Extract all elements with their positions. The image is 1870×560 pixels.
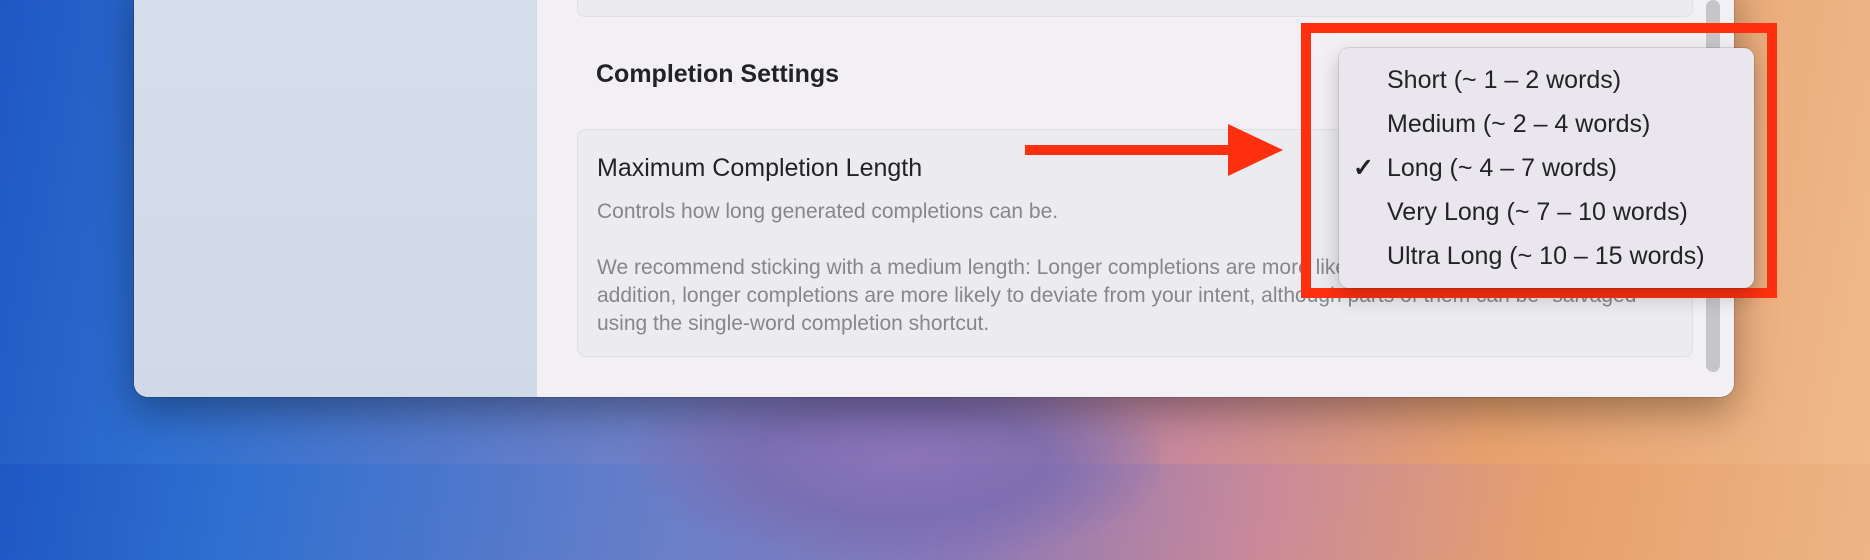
menu-item-long[interactable]: ✓ Long (~ 4 – 7 words) — [1339, 146, 1754, 190]
arrow-right-icon — [1025, 124, 1283, 176]
menu-item-label: Long (~ 4 – 7 words) — [1387, 154, 1617, 182]
menu-item-short[interactable]: Short (~ 1 – 2 words) — [1339, 58, 1754, 102]
menu-item-medium[interactable]: Medium (~ 2 – 4 words) — [1339, 102, 1754, 146]
previous-settings-card — [577, 0, 1693, 17]
sidebar — [134, 0, 537, 397]
menu-item-label: Ultra Long (~ 10 – 15 words) — [1387, 242, 1705, 270]
menu-item-label: Short (~ 1 – 2 words) — [1387, 66, 1622, 94]
checkmark-icon: ✓ — [1353, 154, 1374, 182]
completion-length-dropdown-menu: Short (~ 1 – 2 words) Medium (~ 2 – 4 wo… — [1339, 48, 1754, 288]
menu-item-very-long[interactable]: Very Long (~ 7 – 10 words) — [1339, 190, 1754, 234]
setting-description: Controls how long generated completions … — [597, 200, 1059, 223]
menu-item-label: Very Long (~ 7 – 10 words) — [1387, 198, 1688, 226]
section-title: Completion Settings — [596, 60, 840, 88]
menu-item-ultra-long[interactable]: Ultra Long (~ 10 – 15 words) — [1339, 234, 1754, 278]
setting-title: Maximum Completion Length — [597, 154, 923, 182]
menu-item-label: Medium (~ 2 – 4 words) — [1387, 110, 1651, 138]
